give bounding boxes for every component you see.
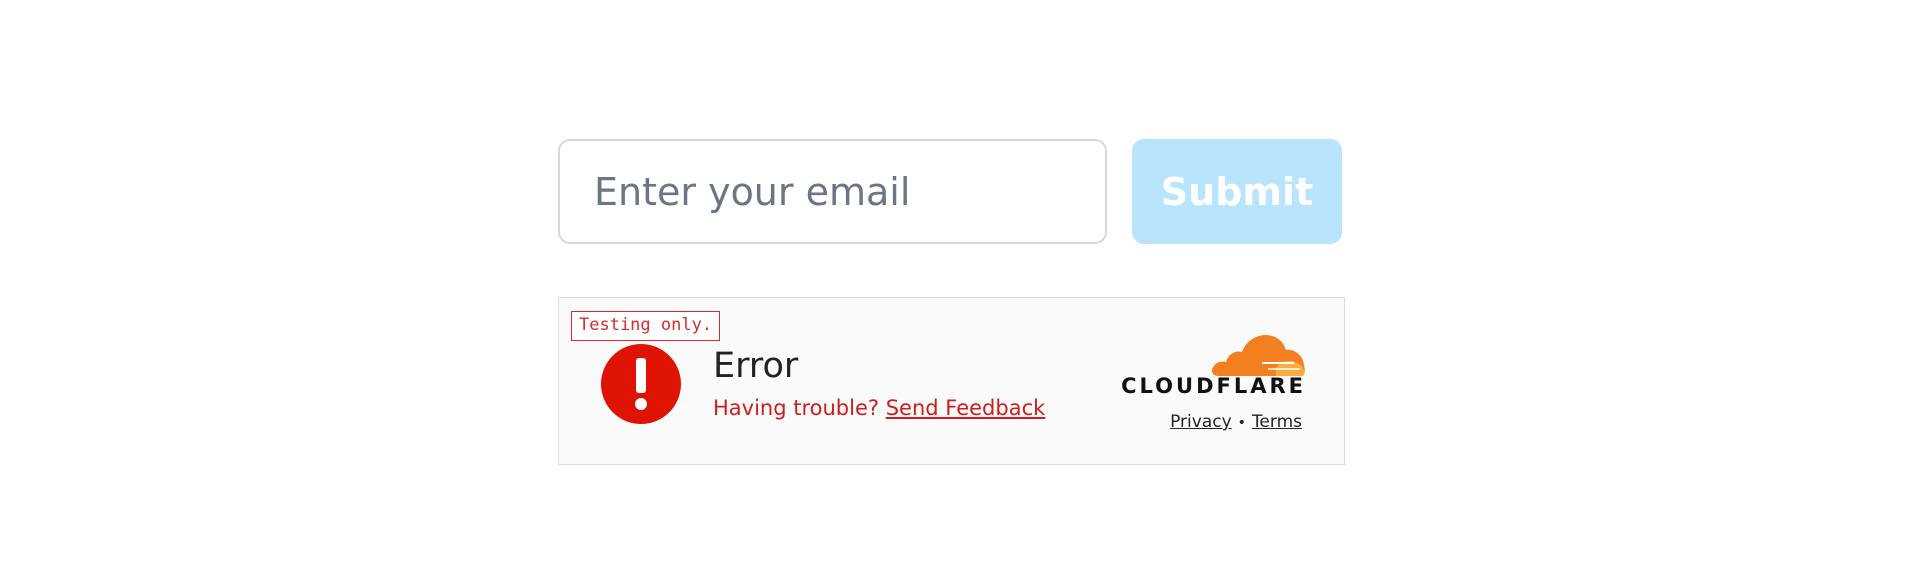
cloudflare-wordmark: CLOUDFLARE — [1121, 374, 1306, 398]
error-exclamation-icon — [601, 344, 681, 424]
status-title: Error — [713, 346, 799, 386]
submit-button[interactable]: Submit — [1132, 139, 1342, 244]
trouble-line: Having trouble? Send Feedback — [713, 396, 1045, 420]
link-separator: • — [1237, 415, 1246, 431]
privacy-link[interactable]: Privacy — [1170, 412, 1232, 432]
email-input[interactable] — [558, 139, 1107, 244]
email-form: Submit — [558, 139, 1342, 244]
terms-link[interactable]: Terms — [1252, 412, 1302, 432]
send-feedback-link[interactable]: Send Feedback — [886, 396, 1046, 420]
testing-only-badge: Testing only. — [571, 311, 721, 341]
cloudflare-logo[interactable]: CLOUDFLARE — [1110, 330, 1306, 400]
legal-links: Privacy • Terms — [1170, 412, 1302, 432]
turnstile-widget: Testing only. Error Having trouble? Send… — [558, 297, 1345, 465]
cloudflare-cloud-icon — [1211, 334, 1305, 376]
page: Submit Testing only. Error Having troubl… — [0, 0, 1920, 574]
trouble-text: Having trouble? — [713, 396, 880, 420]
